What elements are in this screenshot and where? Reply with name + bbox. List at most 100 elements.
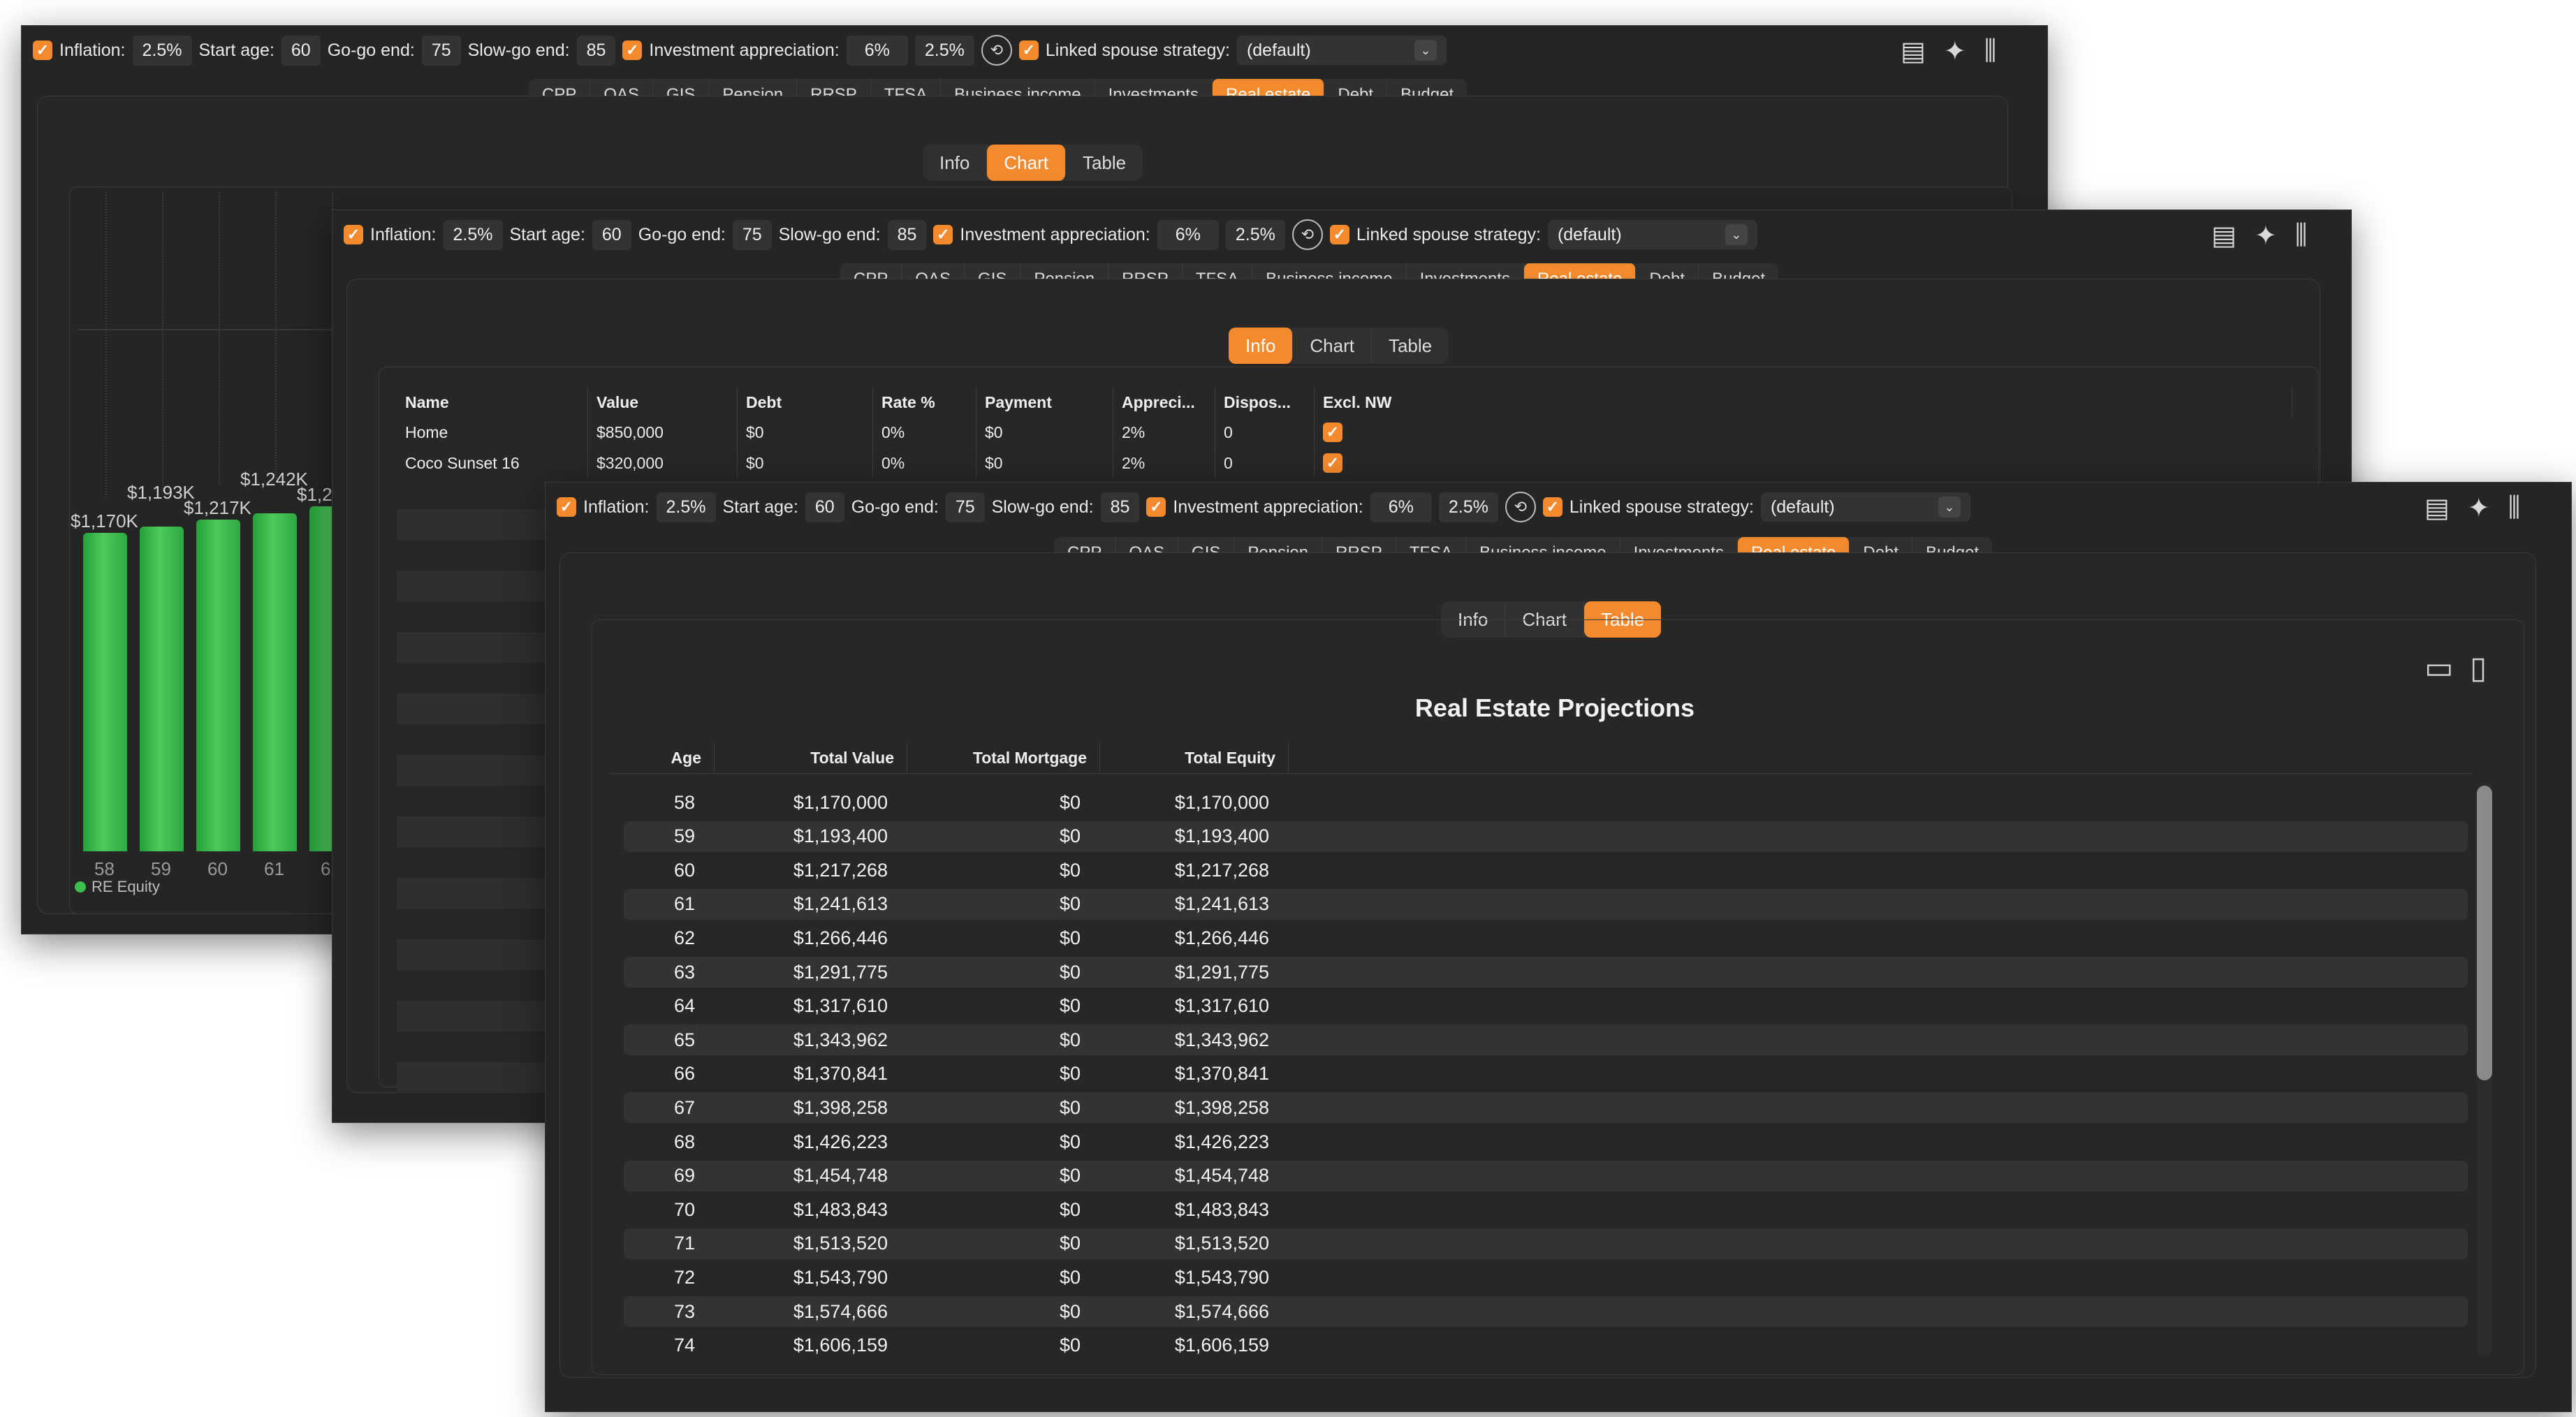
inflation-field[interactable]: 2.5% [656,492,716,522]
col-excl-nw[interactable]: Excl. NW [1315,387,2292,418]
cell-total-equity: $1,543,790 [1174,1266,1269,1288]
investment-field-2[interactable]: 2.5% [1438,492,1498,522]
table-row[interactable]: 61 $1,241,613 $0 $1,241,613 [624,888,2468,920]
investment-checkbox[interactable]: ✓ [933,225,953,244]
info-table-header: Name Value Debt Rate % Payment Appreci..… [397,387,2292,418]
subtab-table[interactable]: Table [1066,145,1143,181]
gogo-field[interactable]: 75 [945,492,985,522]
col-debt[interactable]: Debt [738,387,873,418]
subtab-chart[interactable]: Chart [987,145,1066,181]
table-row[interactable]: Home $850,000 $0 0% $0 2% 0 ✓ [397,417,2292,448]
col-appreciation[interactable]: Appreci... [1113,387,1215,418]
col-rate[interactable]: Rate % [873,387,976,418]
linked-checkbox[interactable]: ✓ [1329,225,1349,244]
table-row[interactable]: 67 $1,398,258 $0 $1,398,258 [624,1092,2468,1124]
preview-document-icon[interactable]: ▭ [2424,650,2454,686]
table-row[interactable]: 58 $1,170,000 $0 $1,170,000 [624,787,2468,818]
table-row[interactable]: 72 $1,543,790 $0 $1,543,790 [624,1262,2468,1293]
table-row[interactable]: Coco Sunset 16 $320,000 $0 0% $0 2% 0 ✓ [397,448,2292,478]
investment-field-1[interactable]: 6% [1157,219,1219,250]
investment-field-1[interactable]: 6% [1370,492,1432,522]
subtab-chart[interactable]: Chart [1293,328,1372,364]
linked-checkbox[interactable]: ✓ [1018,41,1039,60]
investment-checkbox[interactable]: ✓ [622,41,643,60]
sparkle-icon[interactable]: ✦ [2468,492,2490,524]
cell-total-equity: $1,317,610 [1174,995,1269,1017]
table-row[interactable]: 60 $1,217,268 $0 $1,217,268 [624,855,2468,886]
bar-re-equity[interactable] [140,527,184,851]
inflation-field[interactable]: 2.5% [443,219,503,250]
table-row[interactable]: 62 $1,266,446 $0 $1,266,446 [624,923,2468,953]
start-age-label: Start age: [509,224,585,244]
cell-total-value: $1,291,775 [793,961,888,983]
table-row[interactable]: 68 $1,426,223 $0 $1,426,223 [624,1126,2468,1157]
report-icon[interactable]: ▤ [2211,220,2237,251]
investment-field-2[interactable]: 2.5% [914,35,974,66]
investment-checkbox[interactable]: ✓ [1146,497,1166,517]
table-row[interactable]: 65 $1,343,962 $0 $1,343,962 [624,1025,2468,1056]
investment-field-1[interactable]: 6% [846,35,908,66]
linked-strategy-select[interactable]: (default) ⌄ [1547,220,1757,249]
bar-re-equity[interactable] [83,533,127,851]
linked-strategy-select[interactable]: (default) ⌄ [1760,492,1970,522]
inflation-checkbox[interactable]: ✓ [33,41,52,60]
cell-total-value: $1,343,962 [793,1029,888,1050]
start-age-field[interactable]: 60 [281,35,321,66]
sparkle-icon[interactable]: ✦ [1944,36,1966,67]
investment-label: Investment appreciation: [649,40,840,60]
col-total-value[interactable]: Total Value [715,742,907,773]
cell-total-equity: $1,241,613 [1174,893,1269,915]
slowgo-field[interactable]: 85 [887,219,927,250]
slowgo-field[interactable]: 85 [576,35,616,66]
report-icon[interactable]: ▤ [2424,492,2450,524]
excl-nw-checkbox[interactable]: ✓ [1323,423,1342,442]
table-row[interactable]: 69 $1,454,748 $0 $1,454,748 [624,1160,2468,1191]
report-icon[interactable]: ▤ [1901,36,1926,67]
table-row[interactable]: 64 $1,317,610 $0 $1,317,610 [624,991,2468,1022]
table-row[interactable]: 59 $1,193,400 $0 $1,193,400 [624,821,2468,852]
col-total-mortgage[interactable]: Total Mortgage [907,742,1100,773]
bar-re-equity[interactable] [253,513,297,851]
subtab-info[interactable]: Info [1229,328,1294,364]
col-name[interactable]: Name [397,387,588,418]
gogo-field[interactable]: 75 [732,219,772,250]
table-row[interactable]: 73 $1,574,666 $0 $1,574,666 [624,1296,2468,1327]
cell-total-value: $1,370,841 [793,1063,888,1085]
sparkle-icon[interactable]: ✦ [2255,220,2277,251]
inflation-checkbox[interactable]: ✓ [344,225,363,244]
linked-checkbox[interactable]: ✓ [1542,497,1563,517]
table-row[interactable]: 66 $1,370,841 $0 $1,370,841 [624,1059,2468,1089]
scrollbar-thumb[interactable] [2477,786,2492,1080]
gogo-field[interactable]: 75 [421,35,461,66]
col-payment[interactable]: Payment [976,387,1113,418]
slowgo-field[interactable]: 85 [1100,492,1140,522]
excl-nw-checkbox[interactable]: ✓ [1323,453,1342,473]
col-disposal[interactable]: Dispos... [1215,387,1315,418]
inflation-checkbox[interactable]: ✓ [557,497,576,517]
table-row[interactable]: 74 $1,606,159 $0 $1,606,159 [624,1330,2468,1361]
inflation-field[interactable]: 2.5% [132,35,192,66]
table-window: ✓ Inflation: 2.5% Start age: 60 Go-go en… [545,482,2572,1412]
table-row[interactable]: 71 $1,513,520 $0 $1,513,520 [624,1228,2468,1259]
cell-total-value: $1,454,748 [793,1165,888,1187]
table-row[interactable]: 63 $1,291,775 $0 $1,291,775 [624,957,2468,988]
bar-chart-icon[interactable]: ⫼ [1984,36,1996,66]
col-value[interactable]: Value [588,387,738,418]
rate-toggle-icon[interactable]: ⟲ [1291,219,1323,250]
table-row[interactable]: 70 $1,483,843 $0 $1,483,843 [624,1194,2468,1225]
rate-toggle-icon[interactable]: ⟲ [981,35,1012,66]
bar-chart-icon[interactable]: ⫼ [2295,221,2307,251]
subtab-info[interactable]: Info [923,145,988,181]
investment-field-2[interactable]: 2.5% [1225,219,1285,250]
linked-strategy-select[interactable]: (default) ⌄ [1236,36,1447,65]
rate-toggle-icon[interactable]: ⟲ [1505,492,1536,522]
col-total-equity[interactable]: Total Equity [1100,742,1289,773]
start-age-field[interactable]: 60 [592,219,631,250]
subtab-table[interactable]: Table [1372,328,1449,364]
export-document-icon[interactable]: ▯ [2470,650,2487,686]
bar-re-equity[interactable] [196,520,240,851]
bar-chart-icon[interactable]: ⫼ [2508,493,2520,523]
col-age[interactable]: Age [610,742,715,773]
cell-disposal: 0 [1215,448,1315,478]
start-age-field[interactable]: 60 [805,492,844,522]
